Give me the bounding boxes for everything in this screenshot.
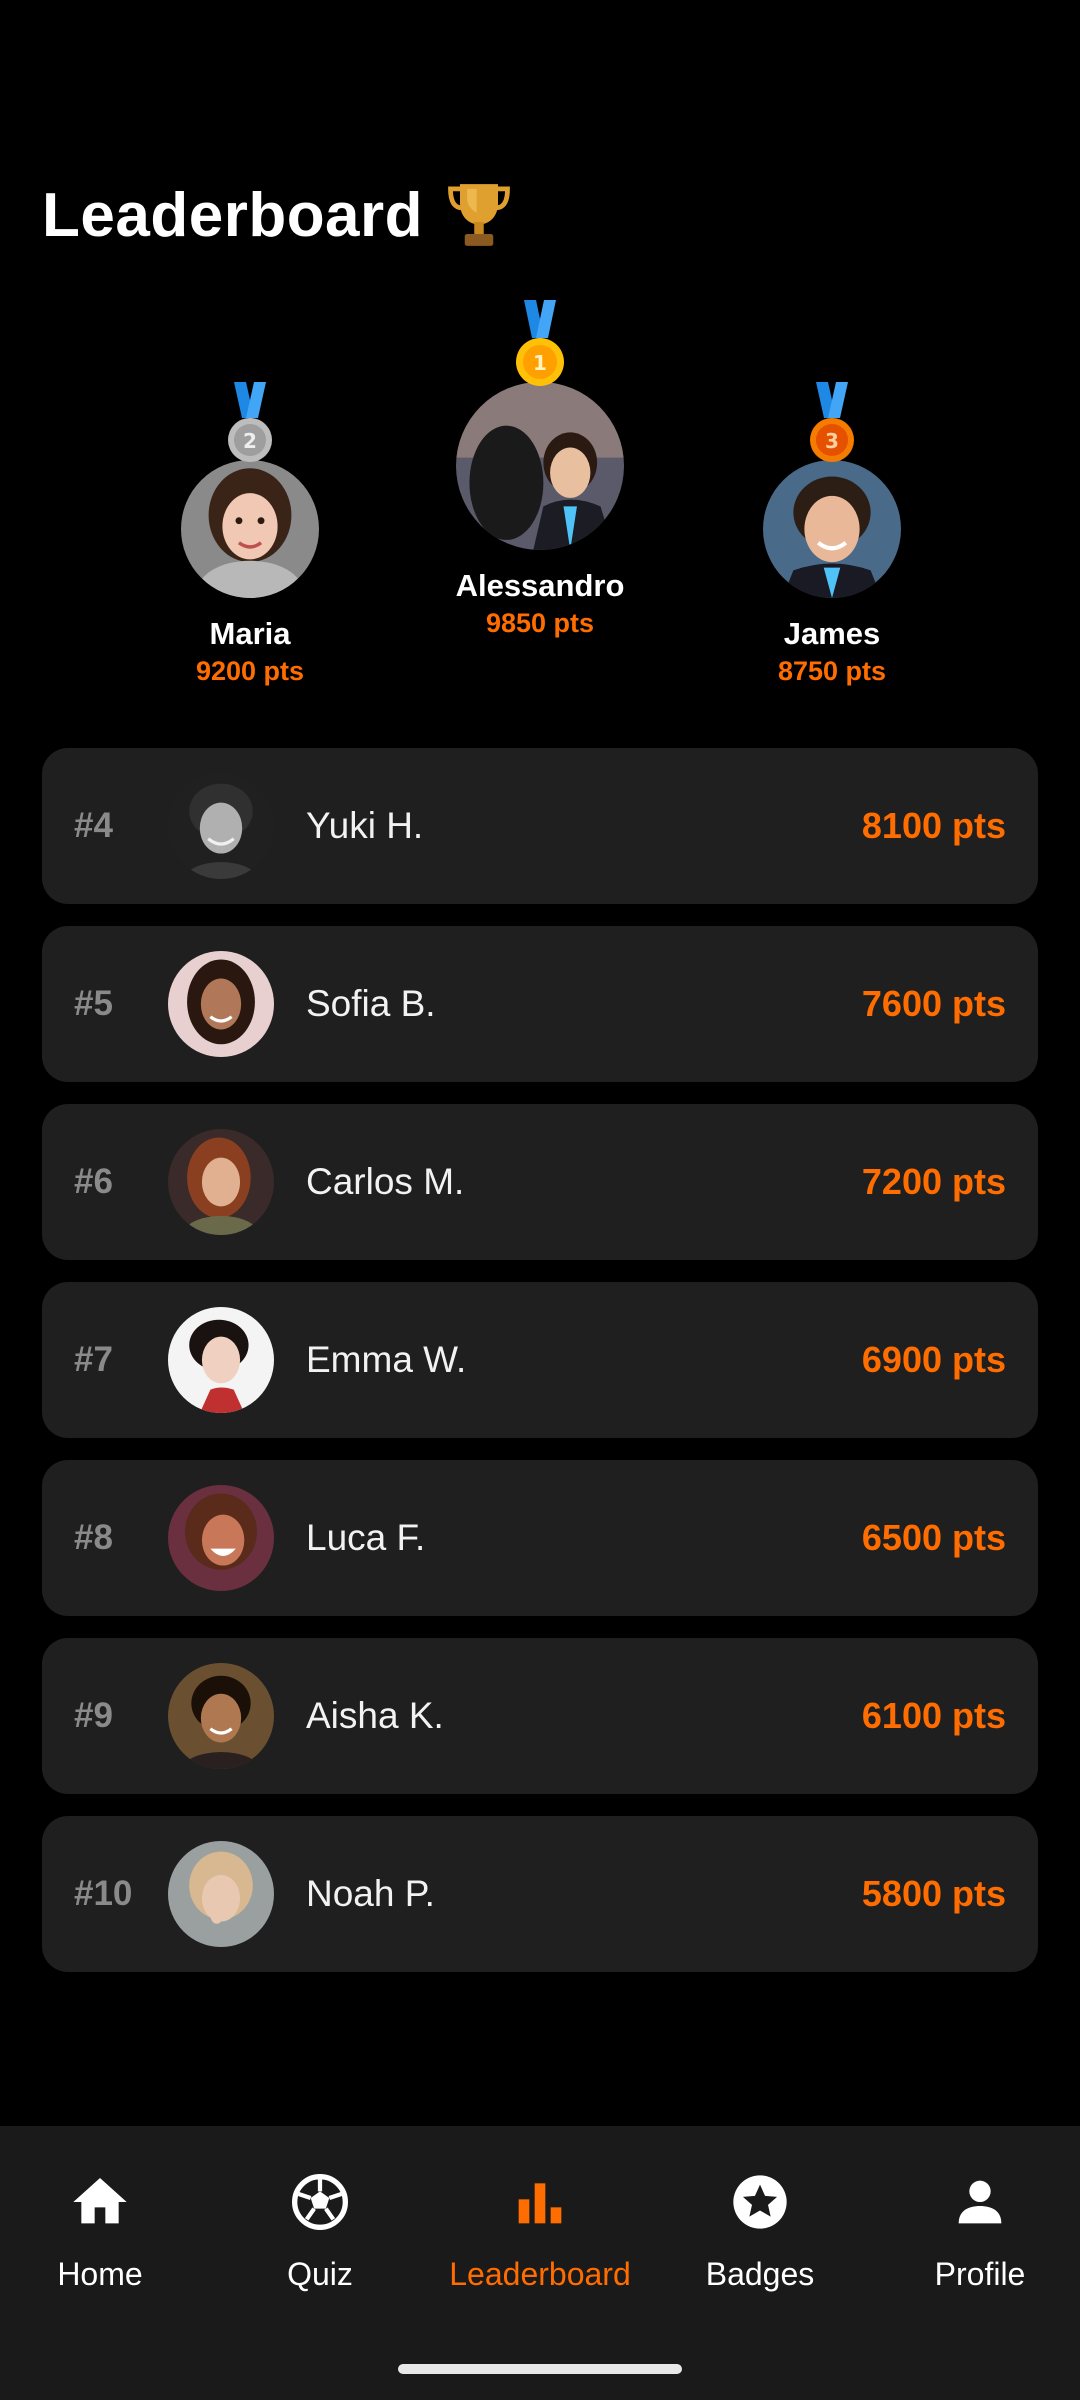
nav-label: Quiz (287, 2256, 353, 2292)
rank-number: #10 (74, 1874, 133, 1913)
list-item[interactable]: #10 Noah P. 5800 pts (42, 1816, 1038, 1972)
avatar (168, 1129, 274, 1235)
player-points: 6900 pts (861, 1339, 1006, 1380)
podium-points: 8750 pts (777, 656, 887, 686)
player-name: Aisha K. (306, 1695, 444, 1736)
avatar (168, 1841, 274, 1947)
list-item[interactable]: #7 Emma W. 6900 pts (42, 1282, 1038, 1438)
player-points: 7600 pts (861, 983, 1006, 1024)
nav-quiz[interactable]: Quiz (220, 2170, 420, 2293)
player-name: Yuki H. (306, 805, 424, 846)
nav-profile[interactable]: Profile (880, 2170, 1080, 2293)
avatar (168, 1663, 274, 1769)
podium-points: 9200 pts (195, 656, 305, 686)
header: Leaderboard (42, 170, 517, 260)
list-item[interactable]: #4 Yuki H. 8100 pts (42, 748, 1038, 904)
list-item[interactable]: #8 Luca F. 6500 pts (42, 1460, 1038, 1616)
podium-points: 9850 pts (485, 608, 595, 638)
nav-badges[interactable]: Badges (660, 2170, 860, 2293)
list-item[interactable]: #9 Aisha K. 6100 pts (42, 1638, 1038, 1794)
player-points: 8100 pts (861, 805, 1006, 846)
avatar (168, 951, 274, 1057)
nav-label: Badges (705, 2256, 815, 2292)
podium-third-place[interactable]: 3 James 8750 pts (722, 382, 942, 687)
podium: 2 Maria 9200 pts 1 Alessandro 9850 pts 3… (0, 300, 1080, 700)
gold-medal-icon: 1 (516, 300, 564, 386)
avatar (763, 460, 901, 598)
person-icon (958, 2180, 1002, 2224)
rank-number: #9 (74, 1696, 113, 1735)
bar-chart-icon (518, 2183, 562, 2224)
svg-text:3: 3 (825, 429, 839, 453)
rank-number: #5 (74, 984, 113, 1023)
player-name: Carlos M. (306, 1161, 465, 1202)
svg-text:1: 1 (533, 351, 547, 375)
rank-number: #7 (74, 1340, 113, 1379)
podium-name: James (783, 616, 881, 651)
player-points: 6100 pts (861, 1695, 1006, 1736)
player-name: Luca F. (306, 1517, 426, 1558)
soccer-ball-icon (292, 2174, 348, 2230)
podium-name: Alessandro (455, 568, 625, 603)
svg-text:2: 2 (243, 429, 257, 453)
ranking-list: #4 Yuki H. 8100 pts #5 Sofia B. 7600 pts… (42, 748, 1038, 1994)
nav-label: Profile (934, 2256, 1026, 2292)
player-points: 6500 pts (861, 1517, 1006, 1558)
player-points: 7200 pts (861, 1161, 1006, 1202)
list-item[interactable]: #6 Carlos M. 7200 pts (42, 1104, 1038, 1260)
avatar (456, 382, 624, 550)
rank-number: #8 (74, 1518, 113, 1557)
podium-name: Maria (209, 616, 291, 651)
list-item[interactable]: #5 Sofia B. 7600 pts (42, 926, 1038, 1082)
player-points: 5800 pts (861, 1873, 1006, 1914)
podium-first-place[interactable]: 1 Alessandro 9850 pts (430, 300, 650, 639)
trophy-icon (448, 184, 510, 246)
home-icon (73, 2178, 127, 2224)
silver-medal-icon: 2 (228, 382, 272, 462)
bronze-medal-icon: 3 (810, 382, 854, 462)
page-title: Leaderboard (42, 180, 424, 250)
player-name: Noah P. (306, 1873, 435, 1914)
bottom-nav: Home Quiz Leaderboard Badges Profile (0, 2126, 1080, 2400)
avatar (168, 773, 274, 879)
player-name: Emma W. (306, 1339, 467, 1380)
nav-home[interactable]: Home (0, 2170, 200, 2293)
home-indicator[interactable] (398, 2364, 682, 2374)
podium-second-place[interactable]: 2 Maria 9200 pts (140, 382, 360, 687)
star-badge-icon (733, 2175, 787, 2229)
nav-label: Leaderboard (449, 2256, 631, 2292)
avatar (168, 1307, 274, 1413)
rank-number: #4 (74, 806, 113, 845)
nav-leaderboard[interactable]: Leaderboard (440, 2170, 640, 2293)
avatar (168, 1485, 274, 1591)
nav-label: Home (57, 2256, 143, 2292)
avatar (181, 460, 319, 598)
player-name: Sofia B. (306, 983, 436, 1024)
rank-number: #6 (74, 1162, 113, 1201)
